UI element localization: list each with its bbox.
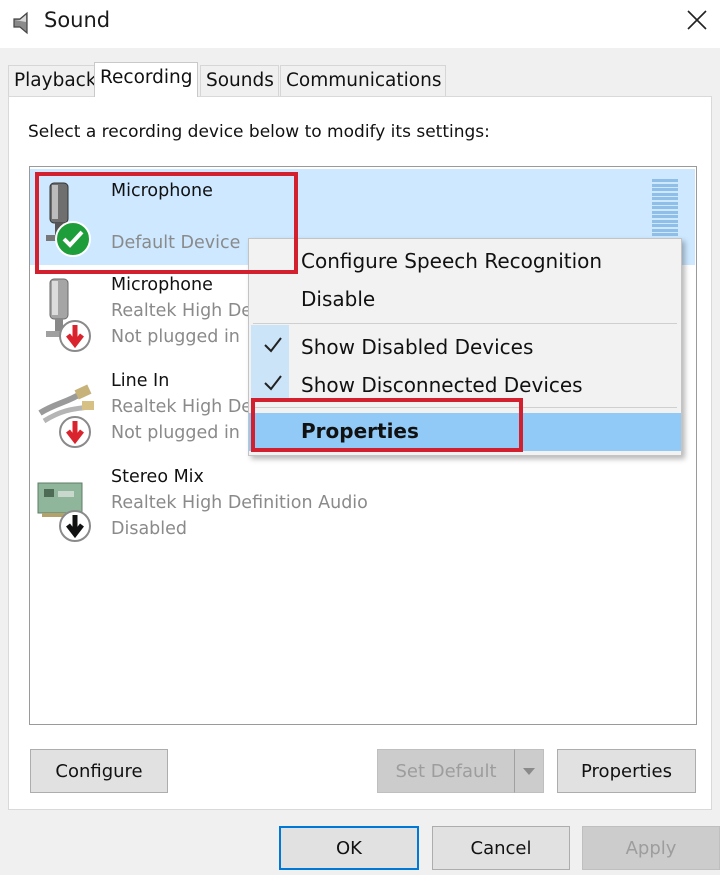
device-status: Not plugged in (111, 423, 240, 443)
tab-playback[interactable]: Playback (8, 65, 102, 96)
device-name: Stereo Mix (111, 467, 204, 487)
properties-button[interactable]: Properties (557, 749, 696, 793)
menu-item-configure-speech-recognition[interactable]: Configure Speech Recognition (249, 243, 681, 281)
window-title: Sound (44, 8, 111, 32)
disabled-arrow-icon (58, 509, 92, 547)
device-driver: Realtek High De (111, 301, 253, 321)
default-check-icon (54, 220, 92, 262)
menu-separator (253, 323, 677, 324)
context-menu: Configure Speech Recognition Disable Sho… (248, 238, 682, 456)
menu-item-label: Disable (301, 287, 376, 311)
set-default-dropdown-button[interactable] (514, 749, 544, 793)
ok-button[interactable]: OK (279, 826, 419, 870)
level-meter (652, 179, 678, 241)
unplugged-arrow-icon (58, 319, 92, 357)
set-default-button[interactable]: Set Default (377, 749, 515, 793)
close-button[interactable] (674, 0, 720, 44)
device-name: Line In (111, 371, 170, 391)
device-status: Not plugged in (111, 327, 240, 347)
apply-button[interactable]: Apply (582, 826, 720, 870)
device-name: Microphone (111, 275, 213, 295)
cancel-button[interactable]: Cancel (432, 826, 570, 870)
checkmark-icon (263, 335, 283, 360)
configure-button[interactable]: Configure (30, 749, 168, 793)
menu-item-label: Properties (301, 419, 419, 443)
device-status: Default Device (111, 233, 241, 253)
device-status: Disabled (111, 519, 188, 539)
speaker-icon (10, 10, 36, 36)
checkmark-icon (263, 373, 283, 398)
chevron-down-icon (522, 762, 536, 781)
device-driver: Realtek High Definition Audio (111, 493, 368, 513)
menu-separator (253, 407, 677, 408)
menu-item-show-disabled-devices[interactable]: Show Disabled Devices (249, 329, 681, 367)
tab-communications[interactable]: Communications (280, 65, 447, 96)
menu-item-properties[interactable]: Properties (249, 413, 681, 451)
device-row-stereo-mix[interactable]: Stereo Mix Realtek High Definition Audio… (30, 457, 695, 553)
menu-item-label: Show Disconnected Devices (301, 373, 583, 397)
menu-item-label: Show Disabled Devices (301, 335, 534, 359)
device-driver: Realtek High De (111, 397, 253, 417)
device-name: Microphone (111, 181, 213, 201)
close-icon (686, 9, 708, 35)
unplugged-arrow-icon (58, 415, 92, 453)
title-bar: Sound (0, 0, 720, 48)
menu-item-disable[interactable]: Disable (249, 281, 681, 319)
instruction-text: Select a recording device below to modif… (28, 122, 490, 142)
menu-item-label: Configure Speech Recognition (301, 249, 603, 273)
tab-recording[interactable]: Recording (94, 62, 198, 97)
tab-sounds[interactable]: Sounds (200, 65, 279, 96)
menu-item-show-disconnected-devices[interactable]: Show Disconnected Devices (249, 367, 681, 405)
